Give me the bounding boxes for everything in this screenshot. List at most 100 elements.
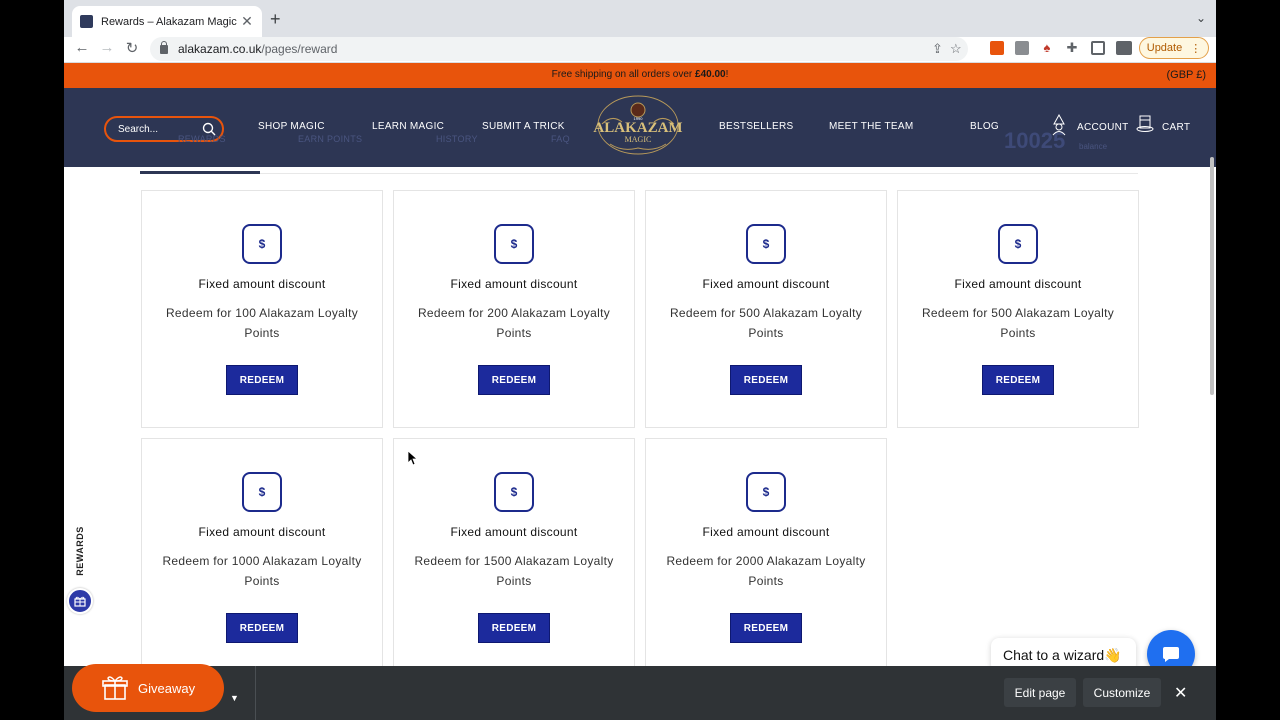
- logo-wordmark: ALAKAZAM: [593, 120, 682, 136]
- redeem-button[interactable]: REDEEM: [730, 613, 802, 643]
- reward-description: Redeem for 500 Alakazam Loyalty Points: [921, 306, 1115, 340]
- announcement-suffix: !: [725, 69, 729, 80]
- giveaway-label: Giveaway: [138, 680, 196, 696]
- rewards-tab-history[interactable]: HISTORY: [436, 134, 478, 144]
- side-panel-icon[interactable]: [1091, 41, 1105, 55]
- shipping-threshold: £40.00: [695, 69, 726, 80]
- cart-hat-icon[interactable]: [1136, 114, 1154, 136]
- forward-button[interactable]: →: [97, 39, 117, 56]
- customize-button[interactable]: Customize: [1083, 678, 1161, 707]
- nav-meet-team[interactable]: MEET THE TEAM: [829, 121, 913, 132]
- reward-card: $ Fixed amount discount Redeem for 1000 …: [141, 438, 383, 676]
- reward-card: $ Fixed amount discount Redeem for 500 A…: [897, 190, 1139, 428]
- update-label: Update: [1146, 42, 1183, 54]
- announcement-text: Free shipping on all orders over £40.00!: [64, 69, 1216, 80]
- extension-3-icon[interactable]: ♠: [1040, 41, 1054, 55]
- reward-title: Fixed amount discount: [198, 525, 326, 539]
- reward-description: Redeem for 100 Alakazam Loyalty Points: [165, 306, 359, 340]
- reload-button[interactable]: ↻: [122, 39, 142, 57]
- rewards-tab-faq[interactable]: FAQ: [551, 134, 570, 144]
- reward-card: $ Fixed amount discount Redeem for 2000 …: [645, 438, 887, 676]
- reward-title: Fixed amount discount: [450, 277, 578, 291]
- logo-year: 1990: [634, 116, 644, 121]
- bookmark-star-icon[interactable]: ☆: [950, 41, 962, 57]
- reward-description: Redeem for 200 Alakazam Loyalty Points: [417, 306, 611, 340]
- browser-window: Rewards – Alakazam Magic ✕ + ⌄ ← → ↻ ala…: [64, 0, 1216, 720]
- extensions-puzzle-icon[interactable]: ✚: [1065, 41, 1079, 55]
- reward-description: Redeem for 1500 Alakazam Loyalty Points: [414, 554, 614, 588]
- currency-selector[interactable]: (GBP £): [1166, 69, 1206, 81]
- account-link[interactable]: ACCOUNT: [1077, 122, 1129, 133]
- dollar-icon: $: [494, 224, 534, 264]
- reward-card: $ Fixed amount discount Redeem for 200 A…: [393, 190, 635, 428]
- reward-description: Redeem for 1000 Alakazam Loyalty Points: [162, 554, 362, 588]
- logo-subtitle: MAGIC: [625, 135, 652, 144]
- announcement-bar: Free shipping on all orders over £40.00!…: [64, 63, 1216, 88]
- account-wizard-icon[interactable]: [1050, 114, 1068, 136]
- rewards-tab-earn[interactable]: EARN POINTS: [298, 134, 362, 144]
- dollar-icon: $: [746, 224, 786, 264]
- redeem-button[interactable]: REDEEM: [730, 365, 802, 395]
- browser-tab[interactable]: Rewards – Alakazam Magic ✕: [72, 6, 262, 37]
- site-favicon-icon: [80, 15, 93, 28]
- announcement-message: Free shipping on all orders over: [551, 69, 696, 80]
- redeem-button[interactable]: REDEEM: [478, 365, 550, 395]
- reward-card: $ Fixed amount discount Redeem for 100 A…: [141, 190, 383, 428]
- extension-1-icon[interactable]: [990, 41, 1004, 55]
- redeem-button[interactable]: REDEEM: [982, 365, 1054, 395]
- rewards-tab-rewards[interactable]: REWARDS: [178, 134, 226, 144]
- reward-title: Fixed amount discount: [450, 525, 578, 539]
- reward-title: Fixed amount discount: [198, 277, 326, 291]
- site-header: Search... REWARDS EARN POINTS HISTORY FA…: [64, 88, 1216, 167]
- giveaway-button[interactable]: Giveaway: [72, 664, 224, 712]
- nav-submit-trick[interactable]: SUBMIT A TRICK: [482, 121, 565, 132]
- rewards-launcher-button[interactable]: [67, 588, 93, 614]
- lock-icon: [160, 40, 168, 54]
- share-icon[interactable]: ⇪: [932, 41, 943, 57]
- more-menu-icon[interactable]: ⋮: [1190, 42, 1201, 55]
- rewards-side-tab[interactable]: REWARDS: [69, 526, 91, 584]
- page-scrollbar[interactable]: [1210, 157, 1214, 395]
- redeem-button[interactable]: REDEEM: [478, 613, 550, 643]
- cart-link[interactable]: CART: [1162, 122, 1190, 133]
- template-dropdown-icon[interactable]: ▼: [230, 693, 239, 703]
- gift-icon: [74, 596, 86, 607]
- rewards-content: $ Fixed amount discount Redeem for 100 A…: [64, 167, 1216, 676]
- gift-icon: [102, 676, 128, 700]
- close-admin-bar-icon[interactable]: ✕: [1174, 683, 1187, 703]
- extension-2-icon[interactable]: [1015, 41, 1029, 55]
- mouse-cursor-icon: [408, 451, 418, 466]
- edit-page-button[interactable]: Edit page: [1004, 678, 1076, 707]
- reward-title: Fixed amount discount: [702, 525, 830, 539]
- admin-divider: [255, 666, 256, 720]
- active-tab-indicator: [140, 171, 260, 174]
- close-tab-icon[interactable]: ✕: [240, 13, 254, 30]
- new-tab-button[interactable]: +: [270, 9, 281, 30]
- back-button[interactable]: ←: [72, 39, 92, 56]
- alakazam-logo[interactable]: ALAKAZAM MAGIC 1990: [592, 94, 684, 156]
- browser-toolbar: ← → ↻ alakazam.co.uk /pages/reward ⇪ ☆ ♠…: [64, 37, 1216, 63]
- tab-search-icon[interactable]: ⌄: [1196, 11, 1206, 25]
- update-button[interactable]: Update ⋮: [1139, 37, 1209, 59]
- chat-greeting-text: Chat to a wizard👋: [1003, 646, 1122, 663]
- chat-icon: [1163, 647, 1179, 662]
- nav-shop-magic[interactable]: SHOP MAGIC: [258, 121, 325, 132]
- address-bar[interactable]: alakazam.co.uk /pages/reward ⇪ ☆: [150, 37, 968, 61]
- tab-title: Rewards – Alakazam Magic: [101, 15, 237, 28]
- url-host: alakazam.co.uk: [178, 42, 262, 56]
- reward-description: Redeem for 2000 Alakazam Loyalty Points: [666, 554, 866, 588]
- profile-extension-icon[interactable]: [1116, 41, 1132, 55]
- redeem-button[interactable]: REDEEM: [226, 365, 298, 395]
- reward-card: $ Fixed amount discount Redeem for 1500 …: [393, 438, 635, 676]
- redeem-button[interactable]: REDEEM: [226, 613, 298, 643]
- dollar-icon: $: [998, 224, 1038, 264]
- nav-learn-magic[interactable]: LEARN MAGIC: [372, 121, 444, 132]
- tab-strip: Rewards – Alakazam Magic ✕ + ⌄: [64, 0, 1216, 37]
- url-path: /pages/reward: [261, 42, 338, 56]
- tab-divider: [140, 173, 1138, 174]
- nav-blog[interactable]: BLOG: [970, 121, 999, 132]
- nav-bestsellers[interactable]: BESTSELLERS: [719, 121, 793, 132]
- reward-title: Fixed amount discount: [702, 277, 830, 291]
- points-balance-label: balance: [1079, 142, 1108, 151]
- reward-card: $ Fixed amount discount Redeem for 500 A…: [645, 190, 887, 428]
